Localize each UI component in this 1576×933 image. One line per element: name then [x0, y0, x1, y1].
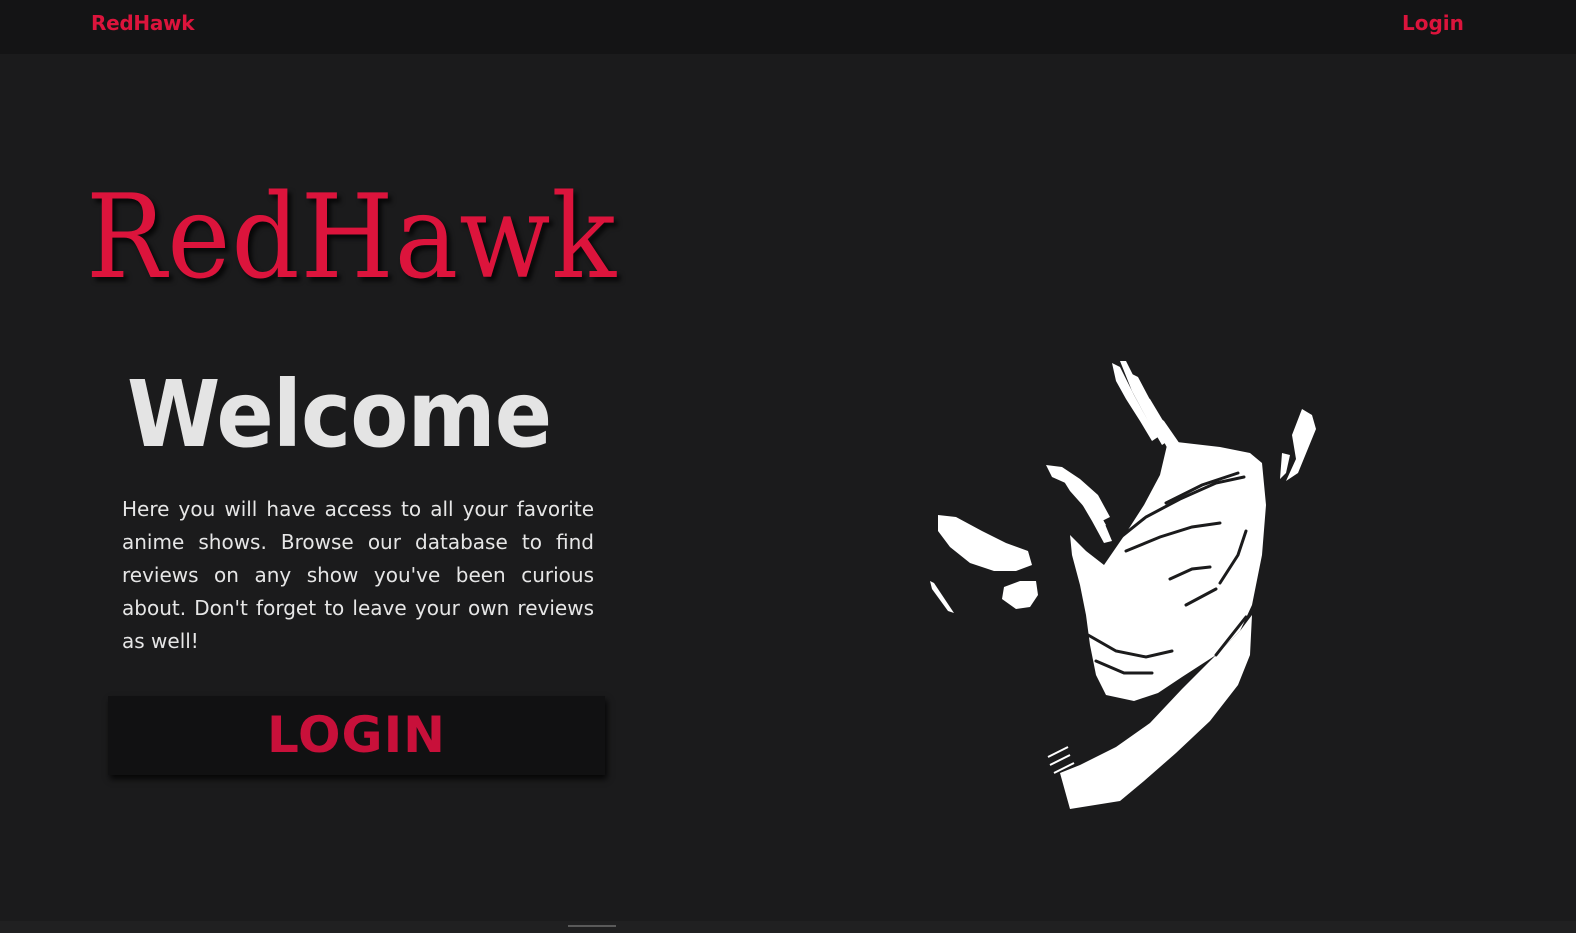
intro-text: Here you will have access to all your fa…	[122, 497, 594, 653]
welcome-heading: Welcome	[127, 361, 552, 468]
bottom-bar	[0, 921, 1576, 933]
login-button[interactable]: LOGIN	[108, 696, 605, 775]
hero-logo: RedHawk	[86, 170, 617, 305]
nav-brand-link[interactable]: RedHawk	[91, 11, 195, 35]
top-navbar: RedHawk Login	[0, 0, 1576, 54]
bottom-scroll-indicator	[568, 925, 616, 927]
anime-character-illustration	[930, 361, 1316, 809]
nav-login-link[interactable]: Login	[1402, 11, 1464, 35]
